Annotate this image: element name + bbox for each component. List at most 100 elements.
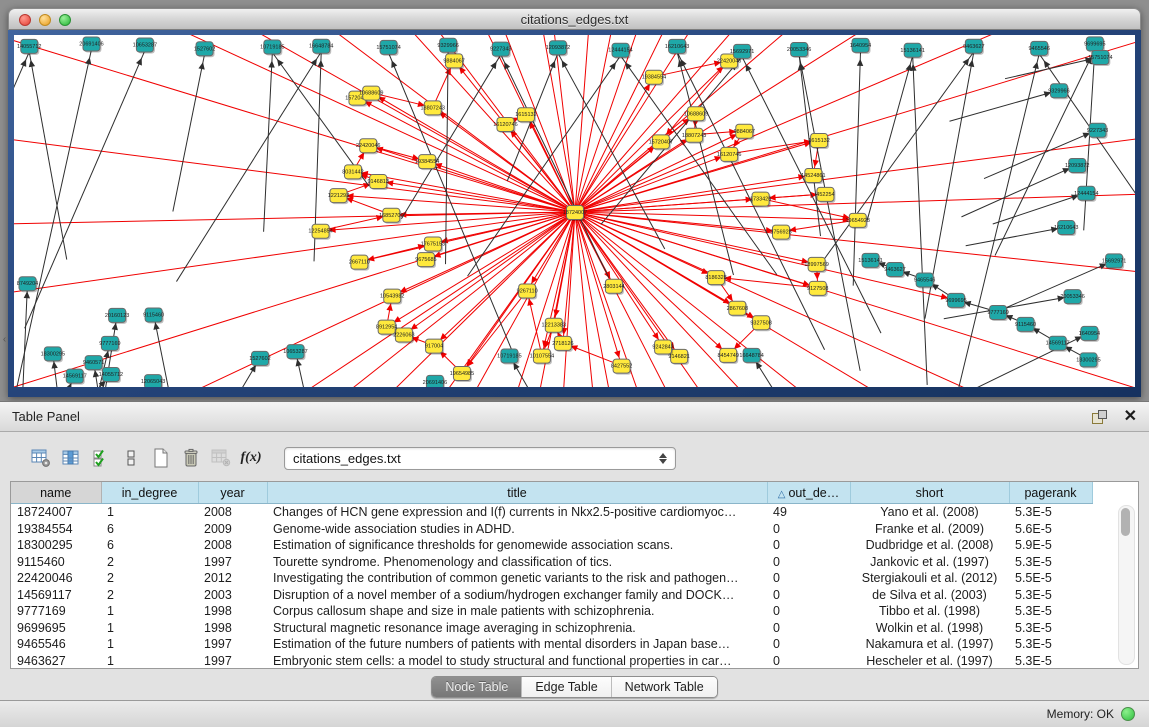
cell-year[interactable]: 1997 xyxy=(198,636,267,653)
cell-short[interactable]: Stergiakouli et al. (2012) xyxy=(850,570,1009,587)
cell-pagerank[interactable]: 5.6E-5 xyxy=(1009,521,1092,538)
cell-short[interactable]: Dudbridge et al. (2008) xyxy=(850,537,1009,554)
network-node[interactable]: 19384554 xyxy=(415,155,439,171)
show-column-icon[interactable] xyxy=(56,444,86,472)
cell-year[interactable]: 1997 xyxy=(198,653,267,670)
table-vertical-scrollbar[interactable] xyxy=(1118,505,1135,665)
cell-short[interactable]: Jankovic et al. (1997) xyxy=(850,554,1009,571)
network-node[interactable]: 10653287 xyxy=(133,38,157,53)
network-node[interactable]: 15751074 xyxy=(376,40,400,56)
cell-out_de[interactable]: 0 xyxy=(767,537,850,554)
network-node[interactable]: 19384554 xyxy=(642,70,666,86)
close-window-icon[interactable] xyxy=(19,14,31,26)
network-node[interactable]: 1527602 xyxy=(194,42,215,58)
cell-name[interactable]: 9463627 xyxy=(11,653,101,670)
network-node[interactable]: 20160123 xyxy=(105,308,129,324)
cell-pagerank[interactable]: 5.3E-5 xyxy=(1009,587,1092,604)
network-node[interactable]: 9329966 xyxy=(1048,84,1069,100)
cell-title[interactable]: Estimation of significance thresholds fo… xyxy=(267,537,767,554)
network-node[interactable]: 9465546 xyxy=(914,273,935,289)
cell-out_de[interactable]: 0 xyxy=(767,603,850,620)
cell-name[interactable]: 9699695 xyxy=(11,620,101,637)
cell-pagerank[interactable]: 5.9E-5 xyxy=(1009,537,1092,554)
select-columns-icon[interactable] xyxy=(86,444,116,472)
cell-name[interactable]: 9115460 xyxy=(11,554,101,571)
table-row[interactable]: 946554611997Estimation of the future num… xyxy=(11,636,1092,653)
cell-year[interactable]: 2009 xyxy=(198,521,267,538)
column-header-year[interactable]: year xyxy=(198,482,267,504)
table-row[interactable]: 946362711997Embryonic stem cells: a mode… xyxy=(11,653,1092,670)
network-node[interactable]: 9227343 xyxy=(1087,123,1108,139)
cell-in_degree[interactable]: 6 xyxy=(101,537,198,554)
network-node[interactable]: 12093872 xyxy=(1065,158,1089,174)
network-node[interactable]: 8454749 xyxy=(718,348,739,364)
cell-in_degree[interactable]: 1 xyxy=(101,504,198,521)
cell-pagerank[interactable]: 5.3E-5 xyxy=(1009,620,1092,637)
network-node[interactable]: 22420046 xyxy=(356,139,380,155)
network-node[interactable]: 10719185 xyxy=(260,40,284,56)
cell-out_de[interactable]: 0 xyxy=(767,620,850,637)
citation-network-graph[interactable]: 1938455422420046157204071068860918807243… xyxy=(14,35,1135,387)
network-node[interactable]: 16648784 xyxy=(309,39,333,55)
network-node[interactable]: 9242843 xyxy=(652,340,673,356)
cell-title[interactable]: Changes of HCN gene expression and I(f) … xyxy=(267,504,767,521)
cell-pagerank[interactable]: 5.3E-5 xyxy=(1009,653,1092,670)
cell-in_degree[interactable]: 6 xyxy=(101,521,198,538)
cell-short[interactable]: Franke et al. (2009) xyxy=(850,521,1009,538)
network-node[interactable]: 9675685 xyxy=(415,253,436,269)
network-node[interactable]: 18300295 xyxy=(41,347,65,363)
network-node[interactable]: 17675153 xyxy=(421,237,445,253)
column-header-short[interactable]: short xyxy=(850,482,1009,504)
column-header-pagerank[interactable]: pagerank xyxy=(1009,482,1092,504)
network-node[interactable]: 9267110 xyxy=(517,284,538,300)
cell-short[interactable]: Tibbo et al. (1998) xyxy=(850,603,1009,620)
network-node[interactable]: 19654985 xyxy=(450,367,474,383)
column-header-in_degree[interactable]: in_degree xyxy=(101,482,198,504)
cell-year[interactable]: 2008 xyxy=(198,537,267,554)
cell-pagerank[interactable]: 5.5E-5 xyxy=(1009,570,1092,587)
table-row[interactable]: 1830029562008Estimation of significance … xyxy=(11,537,1092,554)
cell-title[interactable]: Structural magnetic resonance image aver… xyxy=(267,620,767,637)
network-node[interactable]: 8427552 xyxy=(611,359,632,375)
network-node[interactable]: 9465546 xyxy=(1028,41,1049,57)
network-node[interactable]: 9227343 xyxy=(490,42,511,58)
network-node[interactable]: 16210643 xyxy=(1054,221,1078,237)
cell-pagerank[interactable]: 5.3E-5 xyxy=(1009,554,1092,571)
network-node[interactable]: 8031442 xyxy=(342,165,363,181)
network-node[interactable]: 9146813 xyxy=(367,175,388,191)
network-node[interactable]: 9884067 xyxy=(443,54,464,70)
network-node[interactable]: 8749204 xyxy=(17,277,38,293)
network-node[interactable]: 15136141 xyxy=(858,253,882,269)
cell-name[interactable]: 19384554 xyxy=(11,521,101,538)
cell-title[interactable]: Embryonic stem cells: a model to study s… xyxy=(267,653,767,670)
cell-year[interactable]: 2008 xyxy=(198,504,267,521)
zoom-window-icon[interactable] xyxy=(59,14,71,26)
cell-out_de[interactable]: 0 xyxy=(767,636,850,653)
network-node[interactable]: 10107554 xyxy=(530,349,554,365)
network-node[interactable]: 9329966 xyxy=(437,38,458,54)
network-node[interactable]: 9127508 xyxy=(807,281,828,297)
table-row[interactable]: 1938455462009Genome-wide association stu… xyxy=(11,521,1092,538)
cell-title[interactable]: Corpus callosum shape and size in male p… xyxy=(267,603,767,620)
cell-out_de[interactable]: 49 xyxy=(767,504,850,521)
table-mode-icon[interactable] xyxy=(26,444,56,472)
network-node[interactable]: 1733426 xyxy=(750,192,771,208)
network-node[interactable]: 16120746 xyxy=(493,118,517,133)
network-node[interactable]: 12444154 xyxy=(1074,186,1098,202)
network-node[interactable]: 16210643 xyxy=(665,39,689,54)
network-node[interactable]: 14055712 xyxy=(99,368,123,384)
network-node[interactable]: 9115460 xyxy=(1015,317,1036,333)
cell-pagerank[interactable]: 5.3E-5 xyxy=(1009,603,1092,620)
network-node[interactable]: 18300295 xyxy=(1076,353,1100,369)
cell-name[interactable]: 9777169 xyxy=(11,603,101,620)
cell-year[interactable]: 1998 xyxy=(198,620,267,637)
cell-name[interactable]: 14569117 xyxy=(11,587,101,604)
tab-edge-table[interactable]: Edge Table xyxy=(521,677,610,697)
network-node[interactable]: 16648784 xyxy=(739,348,763,364)
network-node[interactable]: 9884067 xyxy=(734,124,755,140)
network-node[interactable]: 2718126 xyxy=(552,336,573,352)
network-node[interactable]: 9327508 xyxy=(750,316,771,332)
network-window-titlebar[interactable]: citations_edges.txt xyxy=(8,8,1141,30)
cell-name[interactable]: 18724007 xyxy=(11,504,101,521)
cell-out_de[interactable]: 0 xyxy=(767,521,850,538)
